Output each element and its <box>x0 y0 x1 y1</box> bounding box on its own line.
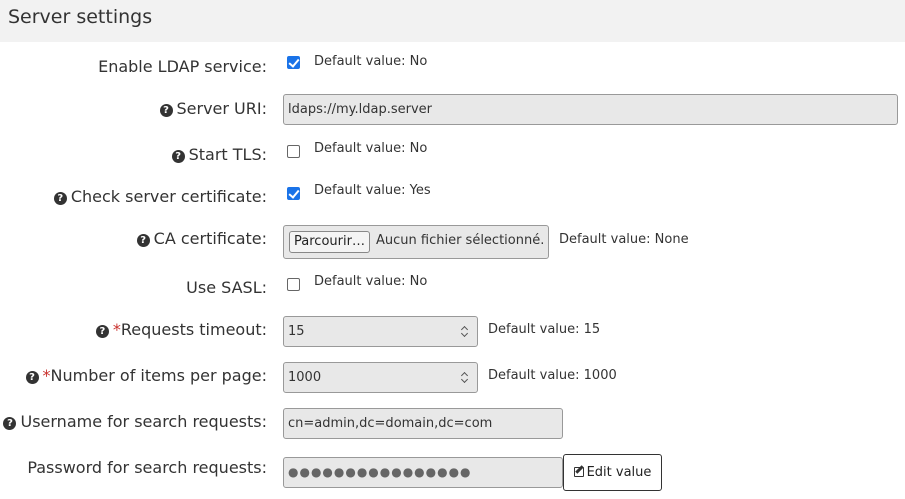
label-items-per-page: ? *Number of items per page: <box>25 366 267 385</box>
default-timeout: Default value: 15 <box>488 322 601 337</box>
spinner-icon[interactable] <box>461 370 469 386</box>
file-status: Aucun fichier sélectionné. <box>376 233 545 248</box>
timeout-input[interactable]: 15 <box>283 316 478 347</box>
label-enable-ldap: Enable LDAP service: <box>98 57 267 76</box>
label-use-sasl: Use SASL: <box>186 278 267 297</box>
default-items-per-page: Default value: 1000 <box>488 368 617 383</box>
label-check-cert: ? Check server certificate: <box>53 187 267 206</box>
label-timeout: ? *Requests timeout: <box>95 320 267 339</box>
spinner-icon[interactable] <box>461 324 469 340</box>
checkbox-enable-ldap[interactable] <box>287 56 300 69</box>
checkbox-start-tls[interactable] <box>287 145 300 158</box>
edit-value-button[interactable]: Edit value <box>563 454 662 491</box>
server-uri-input[interactable]: ldaps://my.ldap.server <box>283 94 898 125</box>
question-circle-icon[interactable]: ? <box>171 150 185 163</box>
default-enable-ldap: Default value: No <box>314 54 428 69</box>
label-username: ? Username for search requests: <box>3 412 267 431</box>
default-start-tls: Default value: No <box>314 141 428 156</box>
label-server-uri: ? Server URI: <box>159 99 267 118</box>
label-start-tls: ? Start TLS: <box>171 145 267 164</box>
question-circle-icon[interactable]: ? <box>95 325 109 338</box>
question-circle-icon[interactable]: ? <box>53 192 67 205</box>
username-input[interactable]: cn=admin,dc=domain,dc=com <box>283 408 563 439</box>
question-circle-icon[interactable]: ? <box>159 104 173 117</box>
edit-icon <box>573 467 584 477</box>
question-circle-icon[interactable]: ? <box>136 234 150 247</box>
label-ca-cert: ? CA certificate: <box>136 229 267 248</box>
password-input[interactable]: ●●●●●●●●●●●●●●●● <box>283 457 563 488</box>
checkbox-check-cert[interactable] <box>287 187 300 200</box>
default-use-sasl: Default value: No <box>314 274 428 289</box>
browse-button[interactable]: Parcourir… <box>289 231 370 253</box>
ca-cert-file-input[interactable]: Parcourir… Aucun fichier sélectionné. <box>283 225 549 259</box>
section-title: Server settings <box>8 6 153 28</box>
label-password: Password for search requests: <box>27 458 267 477</box>
question-circle-icon[interactable]: ? <box>3 417 17 430</box>
default-check-cert: Default value: Yes <box>314 183 431 198</box>
checkbox-use-sasl[interactable] <box>287 278 300 291</box>
question-circle-icon[interactable]: ? <box>25 371 39 384</box>
items-per-page-input[interactable]: 1000 <box>283 362 478 393</box>
default-ca-cert: Default value: None <box>559 232 689 247</box>
section-header: Server settings <box>0 0 905 42</box>
